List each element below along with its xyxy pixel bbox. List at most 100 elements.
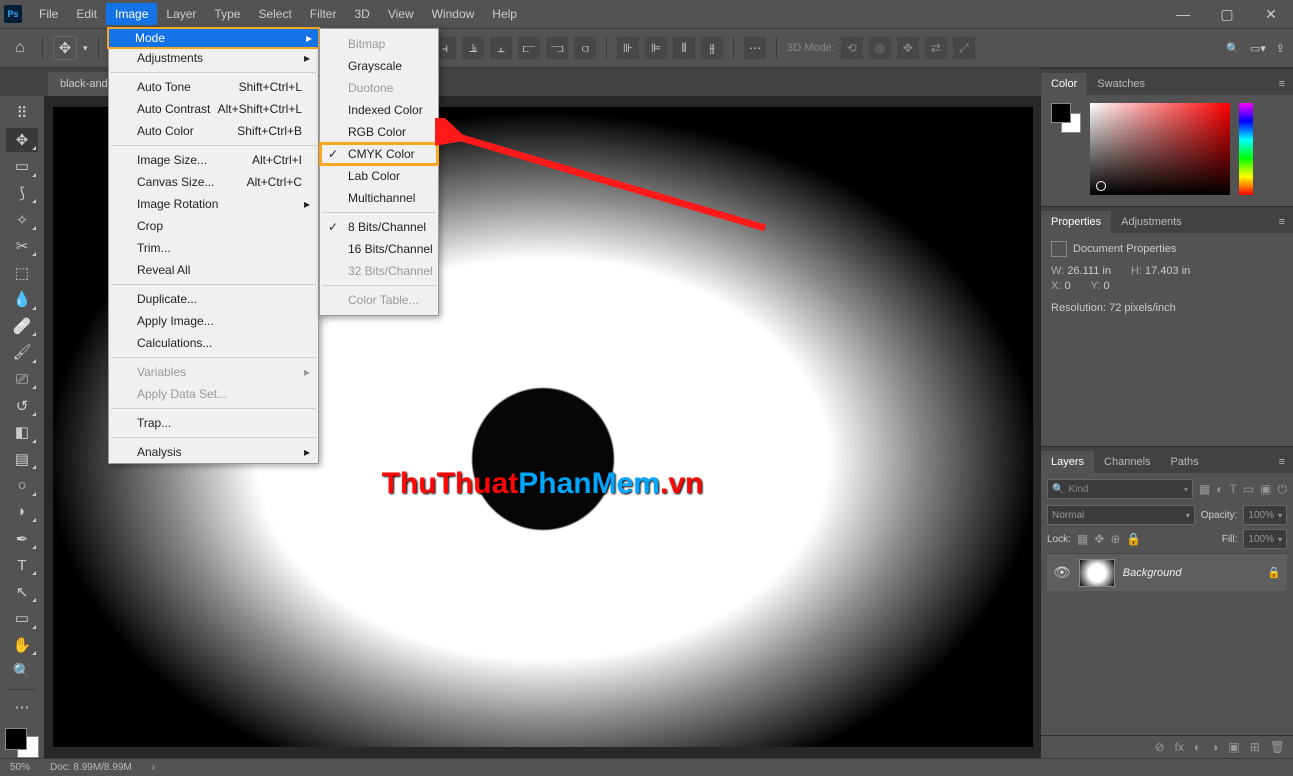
home-icon[interactable]: ⌂ [8, 36, 32, 60]
image-menu-item[interactable]: Image Size...Alt+Ctrl+I [109, 149, 318, 171]
edit-toolbar-icon[interactable]: ⋯ [6, 695, 38, 720]
3d-zoom-icon[interactable]: ⤢ [953, 37, 975, 59]
image-menu-item[interactable]: Canvas Size...Alt+Ctrl+C [109, 171, 318, 193]
shape-tool[interactable]: ▭ [6, 606, 38, 631]
image-menu-item[interactable]: Trim... [109, 237, 318, 259]
new-group-icon[interactable]: ▣ [1228, 740, 1239, 754]
stamp-tool[interactable]: ⎚ [6, 367, 38, 392]
lasso-tool[interactable]: ⟆ [6, 181, 38, 206]
align-btn-3[interactable]: ⫠ [490, 37, 512, 59]
frame-tool[interactable]: ⬚ [6, 260, 38, 285]
new-layer-icon[interactable]: ⊞ [1250, 740, 1260, 754]
layer-visibility-icon[interactable]: 👁 [1053, 564, 1071, 581]
menu-type[interactable]: Type [205, 3, 249, 25]
gradient-tool[interactable]: ▤ [6, 447, 38, 472]
menu-window[interactable]: Window [423, 3, 484, 25]
doc-size[interactable]: Doc: 8.99M/8.99M [50, 762, 132, 773]
dist-btn-2[interactable]: ⊫ [645, 37, 667, 59]
align-btn-4[interactable]: ⫍ [518, 37, 540, 59]
zoom-level[interactable]: 50% [10, 762, 30, 773]
properties-tab[interactable]: Properties [1041, 211, 1111, 233]
close-button[interactable]: ✕ [1249, 0, 1293, 28]
image-menu-item[interactable]: Image Rotation▸ [109, 193, 318, 215]
filter-smart-icon[interactable]: ▣ [1260, 482, 1271, 496]
image-menu-item[interactable]: Adjustments▸ [109, 47, 318, 69]
layer-fx-icon[interactable]: fx [1175, 740, 1184, 754]
menu-edit[interactable]: Edit [67, 3, 106, 25]
channels-tab[interactable]: Channels [1094, 451, 1160, 473]
dist-btn-1[interactable]: ⊪ [617, 37, 639, 59]
layer-thumbnail-icon[interactable] [1079, 559, 1115, 587]
brush-tool[interactable]: 🖌 [6, 340, 38, 365]
status-menu-icon[interactable]: › [152, 762, 155, 773]
image-menu-item[interactable]: Trap... [109, 412, 318, 434]
zoom-tool[interactable]: 🔍 [6, 659, 38, 684]
image-menu-item[interactable]: Auto ToneShift+Ctrl+L [109, 76, 318, 98]
menu-3d[interactable]: 3D [345, 3, 378, 25]
mode-menu-item[interactable]: Grayscale [320, 55, 438, 77]
blur-tool[interactable]: ○ [6, 473, 38, 498]
mode-menu-item[interactable]: 16 Bits/Channel [320, 238, 438, 260]
layer-row[interactable]: 👁 Background 🔒 [1047, 553, 1287, 591]
eraser-tool[interactable]: ◧ [6, 420, 38, 445]
eyedropper-tool[interactable]: 💧 [6, 287, 38, 312]
paths-tab[interactable]: Paths [1161, 451, 1209, 473]
lock-position-icon[interactable]: ✥ [1094, 532, 1104, 546]
mode-menu-item[interactable]: RGB Color [320, 121, 438, 143]
blend-mode-dropdown[interactable]: Normal▾ [1047, 505, 1195, 525]
menu-help[interactable]: Help [483, 3, 526, 25]
grip-icon[interactable]: ⠿ [6, 101, 38, 126]
layer-kind-filter[interactable]: 🔍 Kind ▾ [1047, 479, 1193, 499]
swatches-tab[interactable]: Swatches [1087, 73, 1155, 95]
search-icon[interactable]: 🔍 [1226, 42, 1240, 55]
menu-layer[interactable]: Layer [157, 3, 205, 25]
filter-toggle-icon[interactable]: ⏻ [1278, 482, 1288, 497]
quick-select-tool[interactable]: ✧ [6, 207, 38, 232]
lock-pixels-icon[interactable]: ▦ [1077, 532, 1088, 546]
marquee-tool[interactable]: ▭ [6, 154, 38, 179]
align-btn-2[interactable]: ⫡ [462, 37, 484, 59]
fg-color-icon[interactable] [5, 728, 27, 750]
image-menu-item[interactable]: Mode▸ [107, 27, 320, 49]
move-tool[interactable]: ✥ [6, 128, 38, 153]
dist-btn-3[interactable]: ⫴ [673, 37, 695, 59]
lock-all-icon[interactable]: 🔒 [1126, 532, 1141, 546]
image-menu-item[interactable]: Auto ContrastAlt+Shift+Ctrl+L [109, 98, 318, 120]
image-menu-item[interactable]: Calculations... [109, 332, 318, 354]
layer-name[interactable]: Background [1123, 567, 1182, 579]
filter-shape-icon[interactable]: ▭ [1243, 482, 1254, 496]
adjustments-tab[interactable]: Adjustments [1111, 211, 1192, 233]
fill-input[interactable]: 100%▾ [1243, 529, 1287, 549]
link-layers-icon[interactable]: ⊘ [1154, 740, 1164, 754]
layers-panel-menu-icon[interactable]: ≡ [1271, 451, 1293, 473]
menu-file[interactable]: File [30, 3, 67, 25]
menu-view[interactable]: View [379, 3, 423, 25]
3d-roll-icon[interactable]: ◎ [869, 37, 891, 59]
mode-menu-item[interactable]: Indexed Color [320, 99, 438, 121]
menu-image[interactable]: Image [106, 3, 157, 25]
type-tool[interactable]: T [6, 553, 38, 578]
more-align-button[interactable]: ⋯ [744, 37, 766, 59]
image-menu-item[interactable]: Duplicate... [109, 288, 318, 310]
dist-btn-4[interactable]: ⫵ [701, 37, 723, 59]
color-tab[interactable]: Color [1041, 73, 1087, 95]
layer-lock-icon[interactable]: 🔒 [1267, 566, 1281, 579]
mode-menu-item[interactable]: Lab Color [320, 165, 438, 187]
image-menu-item[interactable]: Auto ColorShift+Ctrl+B [109, 120, 318, 142]
filter-pixel-icon[interactable]: ▦ [1199, 482, 1210, 496]
dodge-tool[interactable]: ◗ [6, 500, 38, 525]
workspace-icon[interactable]: ▭▾ [1250, 42, 1266, 55]
new-adjustment-icon[interactable]: ◑ [1211, 740, 1218, 754]
share-icon[interactable]: ⇪ [1276, 42, 1285, 55]
filter-type-icon[interactable]: T [1229, 482, 1236, 496]
color-fgbg-icon[interactable] [1051, 103, 1081, 133]
menu-select[interactable]: Select [249, 3, 300, 25]
filter-adjust-icon[interactable]: ◐ [1216, 482, 1223, 496]
maximize-button[interactable]: ▢ [1205, 0, 1249, 28]
mode-menu-item[interactable]: ✓8 Bits/Channel [320, 216, 438, 238]
minimize-button[interactable]: — [1161, 0, 1205, 28]
color-swatches[interactable] [5, 728, 39, 758]
menu-filter[interactable]: Filter [301, 3, 346, 25]
image-menu-item[interactable]: Apply Image... [109, 310, 318, 332]
3d-orbit-icon[interactable]: ⟲ [841, 37, 863, 59]
